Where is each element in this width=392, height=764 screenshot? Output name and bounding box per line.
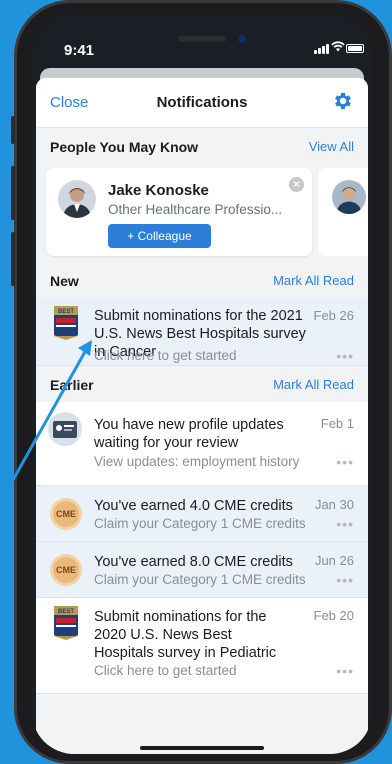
nav-bar: Close Notifications — [36, 78, 368, 128]
notification-row[interactable]: CME You've earned 8.0 CME credits Claim … — [36, 542, 368, 598]
cme-coin-icon: CME — [48, 552, 84, 588]
speaker-grille — [178, 36, 226, 42]
phone-mute-switch — [11, 116, 15, 144]
mark-all-read-earlier-link[interactable]: Mark All Read — [273, 377, 354, 392]
people-carousel[interactable]: Jake Konoske Other Healthcare Professio.… — [36, 164, 368, 262]
notification-text: You've earned 8.0 CME credits — [94, 554, 293, 570]
notification-date: Feb 20 — [313, 608, 354, 623]
notification-row[interactable]: BEST Submit nominations for the 2020 U.S… — [36, 598, 368, 694]
person-name: Jake Konoske — [108, 182, 209, 199]
wifi-icon — [331, 41, 345, 55]
profile-card-icon — [48, 412, 84, 448]
mark-all-read-new-link[interactable]: Mark All Read — [273, 273, 354, 288]
notification-text: You have new profile updates waiting for… — [94, 417, 284, 451]
svg-text:BEST: BEST — [58, 309, 74, 315]
dismiss-icon[interactable]: × — [289, 177, 304, 192]
more-options-icon[interactable]: ••• — [336, 663, 354, 679]
more-options-icon[interactable]: ••• — [336, 572, 354, 588]
status-bar: 9:41 — [32, 14, 372, 76]
battery-icon — [346, 44, 364, 53]
home-indicator[interactable] — [140, 746, 264, 750]
phone-volume-up — [11, 166, 15, 220]
earlier-section-header: Earlier Mark All Read — [36, 366, 368, 402]
new-section-header: New Mark All Read — [36, 262, 368, 298]
notification-subtext: Claim your Category 1 CME credits — [94, 572, 306, 587]
notification-subtext: Click here to get started — [94, 663, 237, 678]
avatar[interactable] — [58, 180, 96, 218]
notification-subtext: View updates: employment history — [94, 454, 300, 469]
page-title: Notifications — [156, 94, 248, 111]
person-card[interactable]: Jake Konoske Other Healthcare Professio.… — [46, 168, 312, 256]
cellular-signal-icon — [314, 44, 329, 54]
front-camera — [238, 35, 246, 43]
notifications-sheet: Close Notifications People You May Know … — [36, 78, 368, 754]
best-hospitals-badge-icon: BEST — [48, 306, 84, 342]
person-card-next[interactable] — [318, 168, 368, 256]
notification-row[interactable]: You have new profile updates waiting for… — [36, 402, 368, 486]
avatar[interactable] — [332, 180, 366, 214]
person-role: Other Healthcare Professio... — [108, 202, 283, 217]
notification-date: Feb 26 — [313, 308, 354, 323]
notification-subtext: Claim your Category 1 CME credits — [94, 516, 306, 531]
notification-subtext: Click here to get started — [94, 348, 237, 363]
notification-date: Jun 26 — [314, 553, 354, 568]
svg-text:BEST: BEST — [58, 609, 74, 615]
people-section-title: People You May Know — [50, 139, 199, 155]
more-options-icon[interactable]: ••• — [336, 348, 354, 364]
view-all-link[interactable]: View All — [309, 139, 354, 154]
status-time: 9:41 — [64, 42, 95, 59]
add-colleague-button[interactable]: + Colleague — [108, 224, 211, 248]
notification-date: Feb 1 — [320, 416, 354, 431]
earlier-section-title: Earlier — [50, 377, 94, 393]
gear-icon[interactable] — [332, 90, 354, 112]
phone-screen: 9:41 Close Notifications People You May … — [32, 14, 372, 754]
notification-row[interactable]: CME You've earned 4.0 CME credits Claim … — [36, 486, 368, 542]
notification-text: Submit nominations for the 2020 U.S. New… — [94, 609, 277, 661]
cme-coin-icon: CME — [48, 496, 84, 532]
notification-date: Jan 30 — [314, 497, 354, 512]
new-section-title: New — [50, 273, 79, 289]
notification-row[interactable]: BEST Submit nominations for the 2021 U.S… — [36, 298, 368, 366]
more-options-icon[interactable]: ••• — [336, 516, 354, 532]
people-section-header: People You May Know View All — [36, 128, 368, 164]
more-options-icon[interactable]: ••• — [336, 454, 354, 470]
phone-volume-down — [11, 232, 15, 286]
best-hospitals-badge-icon: BEST — [48, 606, 84, 642]
notification-text: You've earned 4.0 CME credits — [94, 498, 293, 514]
